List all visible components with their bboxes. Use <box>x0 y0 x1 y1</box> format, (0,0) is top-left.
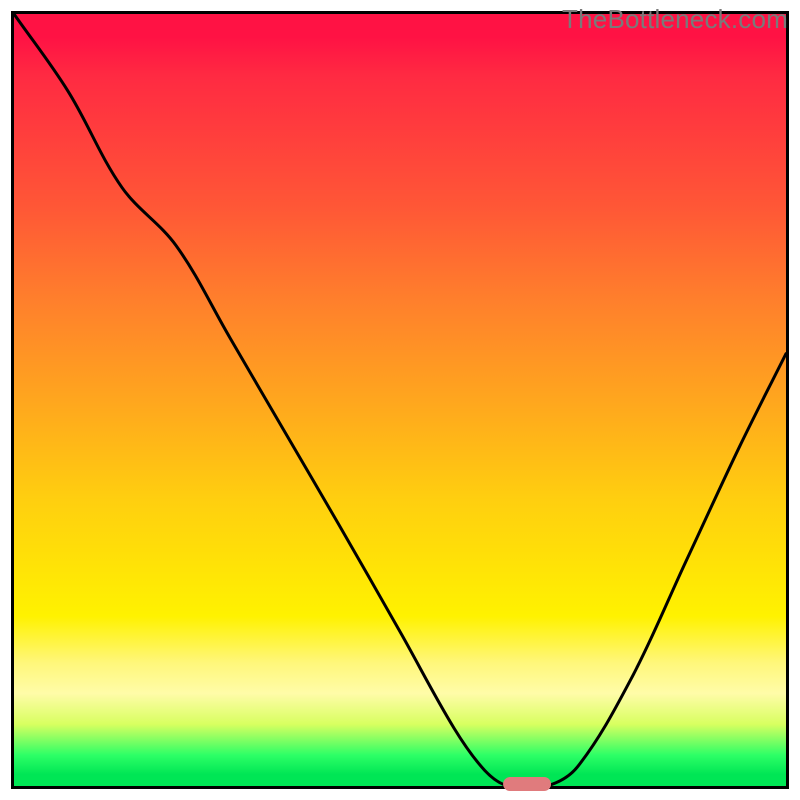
bottleneck-curve <box>14 14 786 786</box>
watermark-text: TheBottleneck.com <box>562 4 788 35</box>
plot-area <box>11 11 789 789</box>
sweet-spot-marker <box>503 777 551 791</box>
chart-stage: TheBottleneck.com <box>0 0 800 800</box>
